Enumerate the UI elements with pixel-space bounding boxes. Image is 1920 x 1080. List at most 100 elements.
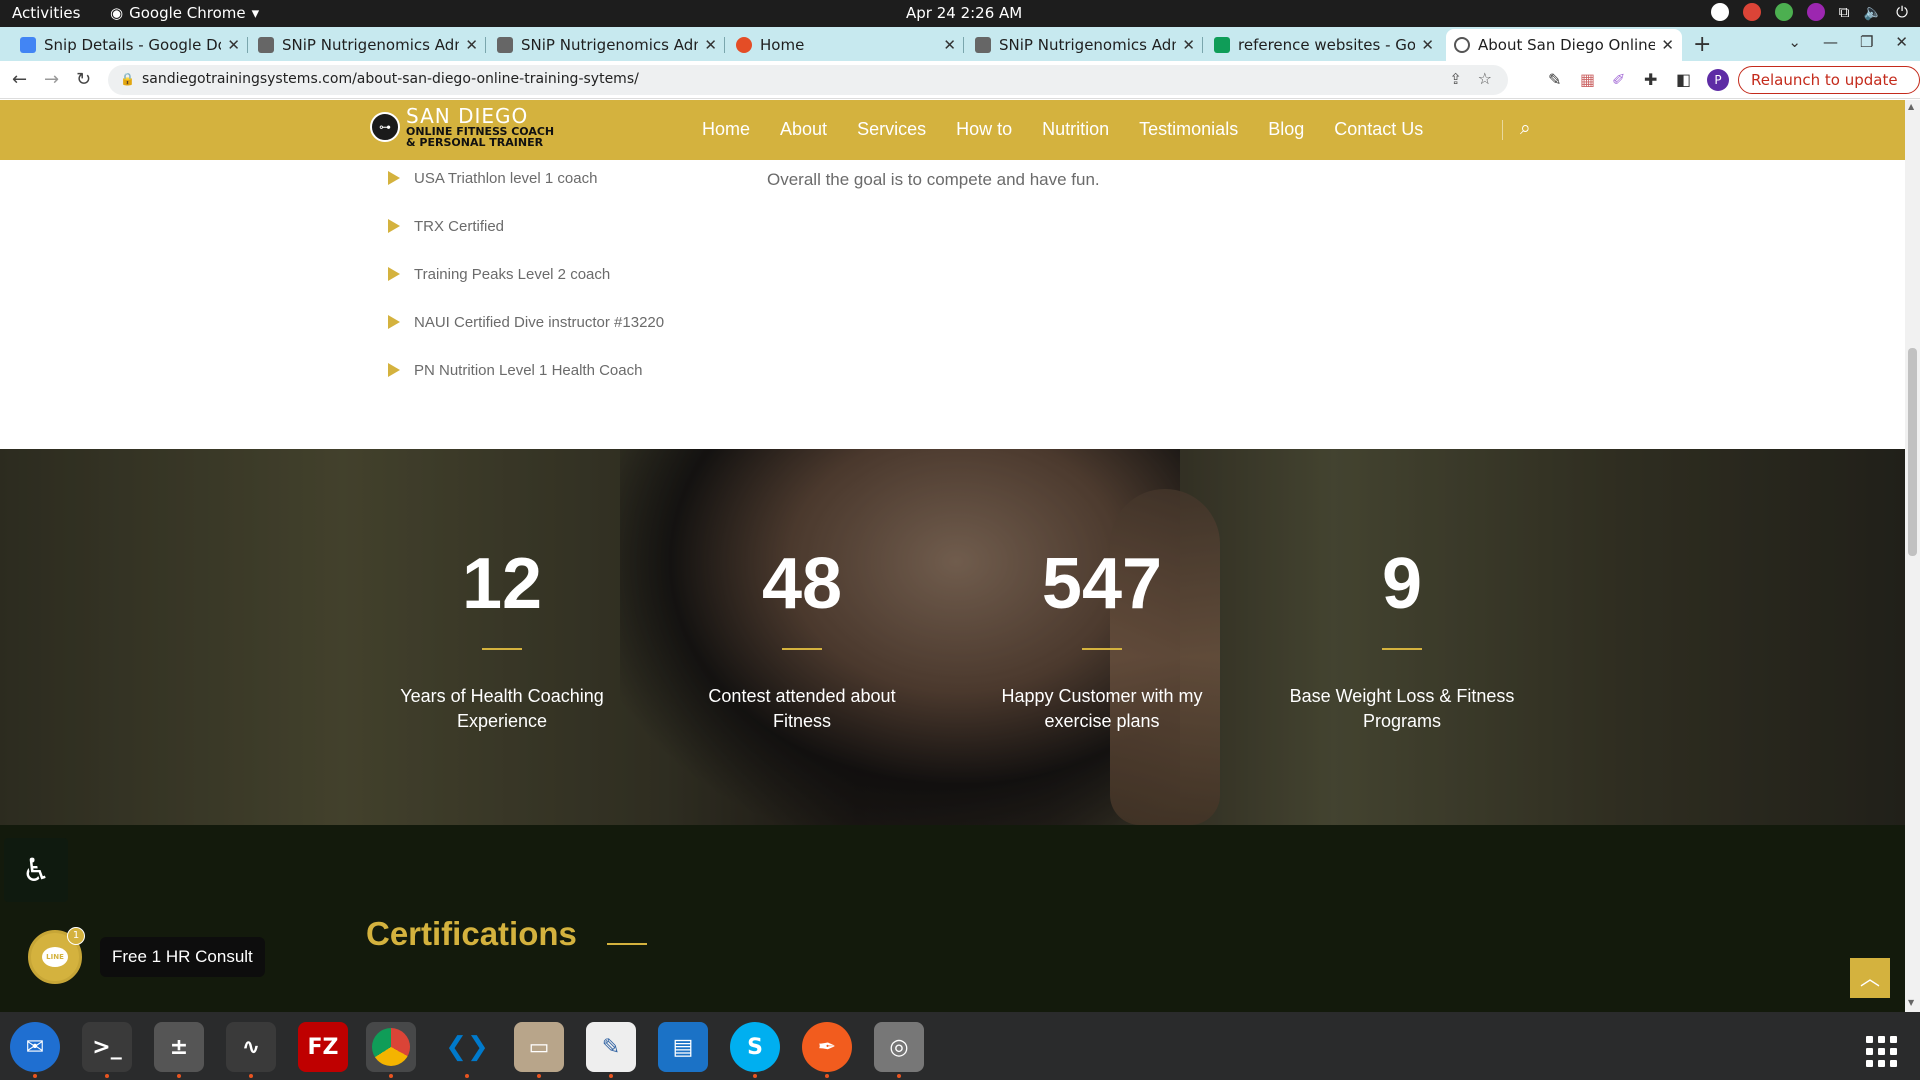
arrow-icon bbox=[388, 171, 400, 185]
text-editor-icon[interactable]: ✎ bbox=[586, 1022, 636, 1078]
back-icon[interactable]: ← bbox=[12, 69, 27, 90]
scroll-up-icon[interactable]: ▲ bbox=[1908, 102, 1914, 111]
close-icon[interactable]: ✕ bbox=[1661, 36, 1674, 54]
close-icon[interactable]: ✕ bbox=[704, 36, 717, 54]
stat-underline bbox=[482, 648, 522, 650]
app-menu-label: Google Chrome bbox=[129, 4, 246, 22]
system-tray[interactable]: ⧉ 🔈 ⏻ bbox=[1710, 3, 1908, 21]
pen-extension-icon[interactable]: ✐ bbox=[1612, 70, 1625, 89]
power-icon[interactable]: ⏻ bbox=[1896, 3, 1908, 21]
scroll-to-top-button[interactable]: ︿ bbox=[1850, 958, 1890, 998]
activities-button[interactable]: Activities bbox=[12, 4, 80, 22]
free-consult-button[interactable]: Free 1 HR Consult bbox=[100, 937, 265, 977]
bookmark-star-icon[interactable]: ☆ bbox=[1478, 69, 1492, 88]
close-icon[interactable]: ✕ bbox=[1182, 36, 1195, 54]
calculator-icon[interactable]: ± bbox=[154, 1022, 204, 1078]
libreoffice-writer-icon[interactable]: ▤ bbox=[658, 1022, 708, 1072]
side-panel-icon[interactable]: ◧ bbox=[1676, 70, 1691, 89]
arrow-icon bbox=[388, 363, 400, 377]
tray-app-icon[interactable] bbox=[1710, 3, 1729, 21]
nav-contact-us[interactable]: Contact Us bbox=[1334, 119, 1423, 140]
nav-testimonials[interactable]: Testimonials bbox=[1139, 119, 1238, 140]
nav-about[interactable]: About bbox=[780, 119, 827, 140]
site-header: ⊶ SAN DIEGO ONLINE FITNESS COACH & PERSO… bbox=[0, 100, 1905, 160]
forward-icon[interactable]: → bbox=[44, 69, 59, 90]
clock[interactable]: Apr 24 2:26 AM bbox=[906, 4, 1022, 22]
search-icon[interactable]: ⌕ bbox=[1520, 117, 1531, 139]
dock: ✉ >_ ± ∿ FZ ❮❯ ▭ ✎ ▤ S ✒ ◎ bbox=[0, 1012, 1920, 1080]
credential-text: USA Triathlon level 1 coach bbox=[414, 169, 598, 187]
filezilla-icon[interactable]: FZ bbox=[298, 1022, 348, 1072]
notification-badge: 1 bbox=[67, 927, 85, 945]
chrome-icon[interactable] bbox=[366, 1022, 416, 1078]
nav-nutrition[interactable]: Nutrition bbox=[1042, 119, 1109, 140]
close-window-icon[interactable]: ✕ bbox=[1895, 33, 1908, 51]
lock-icon[interactable]: 🔒 bbox=[120, 72, 135, 86]
skype-icon[interactable]: S bbox=[730, 1022, 780, 1078]
tab-snip-admin-2[interactable]: SNiP Nutrigenomics Adm ✕ bbox=[489, 29, 725, 61]
snip-icon bbox=[497, 37, 513, 53]
tray-check-icon[interactable] bbox=[1774, 3, 1793, 21]
site-logo[interactable]: ⊶ SAN DIEGO ONLINE FITNESS COACH & PERSO… bbox=[370, 106, 554, 148]
scrollbar-thumb[interactable] bbox=[1908, 348, 1917, 556]
accessibility-icon[interactable]: ♿ bbox=[4, 838, 68, 902]
tab-title: About San Diego Online T bbox=[1478, 36, 1656, 54]
globe-icon bbox=[1454, 37, 1470, 53]
network-icon[interactable]: ⧉ bbox=[1839, 3, 1850, 21]
nav-services[interactable]: Services bbox=[857, 119, 926, 140]
extension-icon[interactable]: ▦ bbox=[1580, 70, 1595, 89]
tab-snip-admin-3[interactable]: SNiP Nutrigenomics Adm ✕ bbox=[967, 29, 1203, 61]
scroll-down-icon[interactable]: ▼ bbox=[1908, 998, 1914, 1007]
tab-about-san-diego[interactable]: About San Diego Online T ✕ bbox=[1446, 29, 1682, 61]
app-menu[interactable]: ◉ Google Chrome ▾ bbox=[110, 4, 259, 22]
logo-name: SAN DIEGO bbox=[406, 104, 529, 128]
disk-icon[interactable]: ◎ bbox=[874, 1022, 924, 1078]
tab-snip-admin-1[interactable]: SNiP Nutrigenomics Adm ✕ bbox=[250, 29, 486, 61]
line-chat-button[interactable]: LINE 1 bbox=[28, 927, 85, 984]
close-icon[interactable]: ✕ bbox=[227, 36, 240, 54]
files-icon[interactable]: ▭ bbox=[514, 1022, 564, 1078]
reload-icon[interactable]: ↻ bbox=[76, 69, 91, 90]
tab-search-icon[interactable]: ⌄ bbox=[1788, 33, 1801, 51]
window-controls: ⌄ — ❐ ✕ bbox=[1788, 33, 1908, 51]
url-text[interactable]: sandiegotrainingsystems.com/about-san-di… bbox=[142, 71, 639, 87]
show-apps-icon[interactable] bbox=[1866, 1036, 1897, 1067]
close-icon[interactable]: ✕ bbox=[943, 36, 956, 54]
tab-title: Snip Details - Google Doc bbox=[44, 36, 222, 54]
system-top-bar: Activities ◉ Google Chrome ▾ Apr 24 2:26… bbox=[0, 0, 1920, 27]
inkscape-icon[interactable]: ✒ bbox=[802, 1022, 852, 1078]
page-scrollbar[interactable]: ▲ ▼ bbox=[1905, 100, 1920, 1012]
nav-blog[interactable]: Blog bbox=[1268, 119, 1304, 140]
close-icon[interactable]: ✕ bbox=[1421, 36, 1434, 54]
nav-home[interactable]: Home bbox=[702, 119, 750, 140]
tab-snip-details[interactable]: Snip Details - Google Doc ✕ bbox=[12, 29, 248, 61]
tab-home[interactable]: Home ✕ bbox=[728, 29, 964, 61]
goal-text: Overall the goal is to compete and have … bbox=[767, 170, 1100, 189]
stat-number: 547 bbox=[1041, 544, 1163, 624]
address-bar[interactable]: 🔒 sandiegotrainingsystems.com/about-san-… bbox=[108, 65, 1508, 95]
stat-programs: 9 Base Weight Loss & Fitness Programs bbox=[1287, 544, 1517, 734]
tray-chrome-icon[interactable] bbox=[1742, 3, 1761, 21]
vscode-icon[interactable]: ❮❯ bbox=[442, 1022, 492, 1078]
eyedropper-extension-icon[interactable]: ✎ bbox=[1548, 70, 1561, 89]
tray-color-icon[interactable] bbox=[1806, 3, 1825, 21]
stat-customers: 547 Happy Customer with my exercise plan… bbox=[987, 544, 1217, 734]
volume-icon[interactable]: 🔈 bbox=[1863, 3, 1882, 21]
terminal-icon[interactable]: >_ bbox=[82, 1022, 132, 1078]
share-icon[interactable]: ⇪ bbox=[1449, 70, 1462, 88]
thunderbird-icon[interactable]: ✉ bbox=[10, 1022, 60, 1078]
minimize-icon[interactable]: — bbox=[1823, 33, 1838, 51]
stat-underline bbox=[782, 648, 822, 650]
relaunch-button[interactable]: Relaunch to update ⋮ bbox=[1738, 66, 1920, 115]
puzzle-extensions-icon[interactable]: ✚ bbox=[1644, 70, 1657, 89]
close-icon[interactable]: ✕ bbox=[465, 36, 478, 54]
nav-how-to[interactable]: How to bbox=[956, 119, 1012, 140]
new-tab-button[interactable]: + bbox=[1693, 32, 1711, 57]
profile-avatar[interactable]: P bbox=[1707, 69, 1729, 91]
list-item: USA Triathlon level 1 coach bbox=[388, 154, 664, 202]
stat-label: Happy Customer with my exercise plans bbox=[1001, 686, 1203, 731]
tab-reference-websites[interactable]: reference websites - Goog ✕ bbox=[1206, 29, 1442, 61]
system-monitor-icon[interactable]: ∿ bbox=[226, 1022, 276, 1078]
arrow-icon bbox=[388, 267, 400, 281]
maximize-icon[interactable]: ❐ bbox=[1860, 33, 1873, 51]
